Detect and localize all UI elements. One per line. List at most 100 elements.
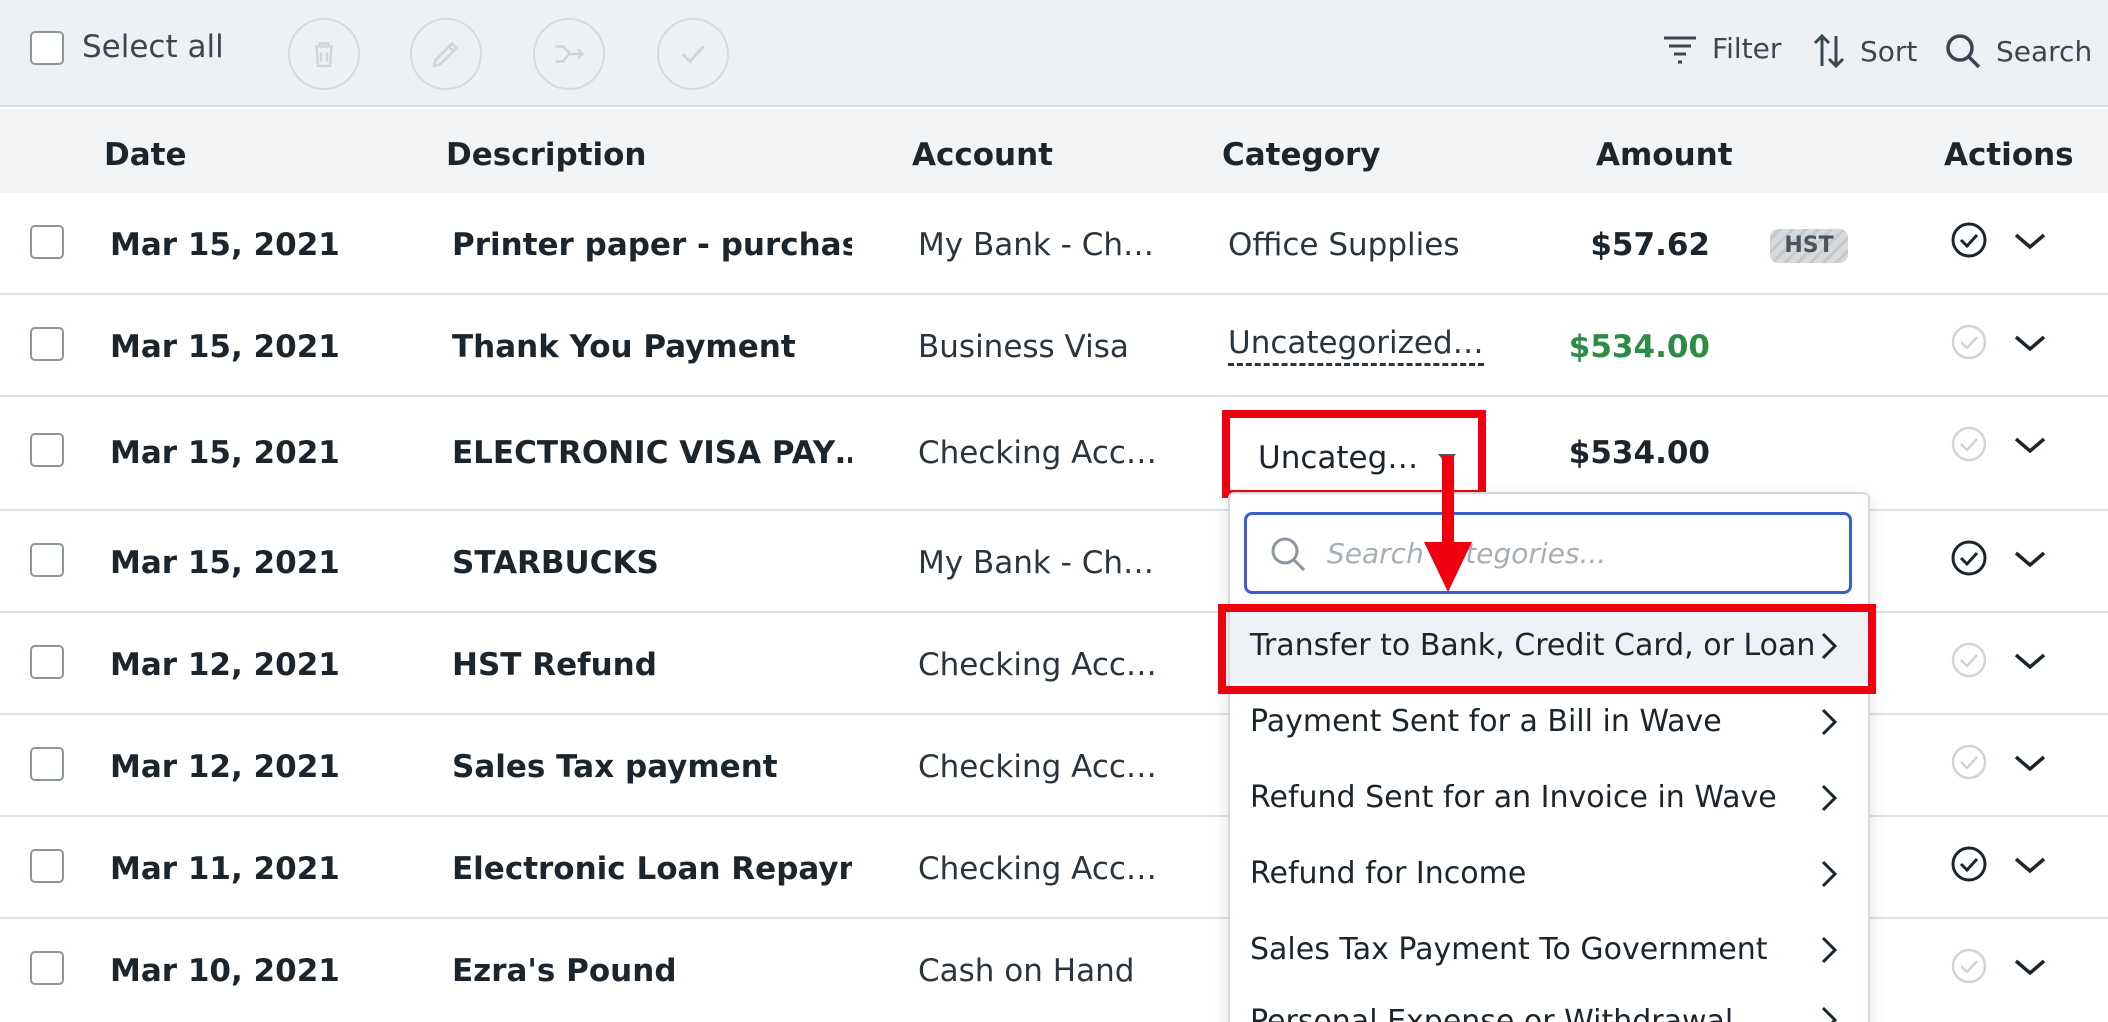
row-checkbox[interactable]	[30, 645, 64, 679]
row-description[interactable]: Electronic Loan Repaym…	[452, 851, 852, 887]
category-option[interactable]: Refund Sent for an Invoice in Wave	[1230, 760, 1870, 836]
delete-button[interactable]	[288, 18, 360, 90]
row-date: Mar 11, 2021	[110, 851, 340, 887]
row-amount[interactable]: $534.00	[1569, 435, 1710, 471]
highlight-box	[1218, 604, 1876, 694]
filter-icon	[1664, 36, 1696, 63]
column-description[interactable]: Description	[446, 137, 647, 173]
sort-icon	[1813, 33, 1845, 69]
unreviewed-check-icon[interactable]	[1950, 323, 1988, 361]
table-row[interactable]: Mar 15, 2021 Printer paper - purchase… M…	[0, 193, 2108, 295]
chevron-down-icon[interactable]	[2012, 223, 2048, 259]
row-checkbox[interactable]	[30, 327, 64, 361]
merge-icon	[555, 45, 585, 63]
tax-badge: HST	[1770, 229, 1848, 263]
search-button[interactable]: Search	[1944, 32, 2092, 70]
chevron-down-icon[interactable]	[2012, 847, 2048, 883]
search-icon	[1946, 34, 1981, 69]
pencil-icon	[432, 41, 459, 68]
row-account[interactable]: My Bank - Ch…	[918, 227, 1154, 263]
reviewed-check-icon[interactable]	[1950, 221, 1988, 259]
column-category[interactable]: Category	[1222, 137, 1381, 173]
select-all-checkbox[interactable]	[30, 31, 64, 65]
chevron-down-icon[interactable]	[2012, 949, 2048, 985]
chevron-down-icon[interactable]	[2012, 643, 2048, 679]
unreviewed-check-icon[interactable]	[1950, 947, 1988, 985]
category-uncategorized-label[interactable]: Uncategorized…	[1228, 325, 1484, 366]
reviewed-check-icon[interactable]	[1950, 539, 1988, 577]
row-description[interactable]: HST Refund	[452, 647, 657, 683]
category-option-label: Refund for Income	[1250, 856, 1527, 891]
sort-label: Sort	[1860, 34, 1918, 68]
row-category[interactable]: Office Supplies	[1228, 227, 1459, 263]
table-header: Date Description Account Category Amount…	[0, 109, 2108, 201]
column-amount[interactable]: Amount	[1596, 137, 1733, 173]
row-date: Mar 15, 2021	[110, 227, 340, 263]
row-date: Mar 15, 2021	[110, 435, 340, 471]
filter-label: Filter	[1712, 32, 1782, 65]
chevron-right-icon	[1821, 708, 1838, 736]
row-account[interactable]: Cash on Hand	[918, 953, 1134, 989]
row-description[interactable]: ELECTRONIC VISA PAY…	[452, 435, 852, 471]
trash-icon	[315, 42, 333, 68]
row-description[interactable]: Ezra's Pound	[452, 953, 677, 989]
category-search-input[interactable]	[1327, 531, 1827, 575]
category-option[interactable]: Sales Tax Payment To Government	[1230, 912, 1870, 988]
row-checkbox[interactable]	[30, 849, 64, 883]
chevron-right-icon	[1821, 936, 1838, 964]
row-description[interactable]: STARBUCKS	[452, 545, 659, 581]
row-checkbox[interactable]	[30, 225, 64, 259]
row-description[interactable]: Thank You Payment	[452, 329, 796, 365]
row-account[interactable]: Checking Acc…	[918, 851, 1157, 887]
row-description[interactable]: Printer paper - purchase…	[452, 227, 852, 263]
row-checkbox[interactable]	[30, 747, 64, 781]
chevron-down-icon[interactable]	[2012, 427, 2048, 463]
table-row[interactable]: Mar 15, 2021 Thank You Payment Business …	[0, 295, 2108, 397]
column-date[interactable]: Date	[104, 137, 187, 173]
row-account[interactable]: My Bank - Ch…	[918, 545, 1154, 581]
row-date: Mar 15, 2021	[110, 545, 340, 581]
chevron-down-icon[interactable]	[2012, 745, 2048, 781]
category-option[interactable]: Personal Expense or Withdrawal	[1230, 988, 1870, 1022]
mark-reviewed-button[interactable]	[657, 18, 729, 90]
search-label: Search	[1996, 34, 2093, 68]
merge-button[interactable]	[533, 18, 605, 90]
chevron-right-icon	[1821, 860, 1838, 888]
row-account[interactable]: Checking Acc…	[918, 647, 1157, 683]
select-all-label[interactable]: Select all	[82, 29, 224, 65]
edit-button[interactable]	[410, 18, 482, 90]
row-date: Mar 12, 2021	[110, 647, 340, 683]
row-checkbox[interactable]	[30, 433, 64, 467]
row-category[interactable]: Uncategorized…	[1228, 325, 1484, 367]
category-option[interactable]: Payment Sent for a Bill in Wave	[1230, 684, 1870, 760]
column-account[interactable]: Account	[912, 137, 1053, 173]
category-option-label: Refund Sent for an Invoice in Wave	[1250, 780, 1777, 815]
row-checkbox[interactable]	[30, 951, 64, 985]
row-account[interactable]: Checking Acc…	[918, 435, 1157, 471]
row-account[interactable]: Checking Acc…	[918, 749, 1157, 785]
row-amount[interactable]: $57.62	[1590, 227, 1710, 263]
row-date: Mar 15, 2021	[110, 329, 340, 365]
category-option[interactable]: Refund for Income	[1230, 836, 1870, 912]
reviewed-check-icon[interactable]	[1950, 845, 1988, 883]
row-description[interactable]: Sales Tax payment	[452, 749, 778, 785]
row-date: Mar 12, 2021	[110, 749, 340, 785]
row-checkbox[interactable]	[30, 543, 64, 577]
chevron-right-icon	[1821, 784, 1838, 812]
chevron-down-icon[interactable]	[2012, 325, 2048, 361]
category-dropdown: Transfer to Bank, Credit Card, or Loan P…	[1228, 492, 1870, 1022]
sort-button[interactable]: Sort	[1812, 32, 1917, 70]
chevron-down-icon[interactable]	[2012, 541, 2048, 577]
unreviewed-check-icon[interactable]	[1950, 743, 1988, 781]
row-account[interactable]: Business Visa	[918, 329, 1129, 365]
column-actions: Actions	[1944, 137, 2074, 173]
filter-button[interactable]: Filter	[1662, 32, 1781, 65]
category-option-label: Sales Tax Payment To Government	[1250, 932, 1768, 967]
search-icon	[1271, 537, 1306, 572]
unreviewed-check-icon[interactable]	[1950, 425, 1988, 463]
bulk-action-toolbar: Select all Filter Sort Search	[0, 0, 2108, 107]
category-search-field[interactable]	[1244, 512, 1852, 594]
row-amount[interactable]: $534.00	[1569, 329, 1710, 365]
unreviewed-check-icon[interactable]	[1950, 641, 1988, 679]
chevron-right-icon	[1821, 1006, 1838, 1022]
